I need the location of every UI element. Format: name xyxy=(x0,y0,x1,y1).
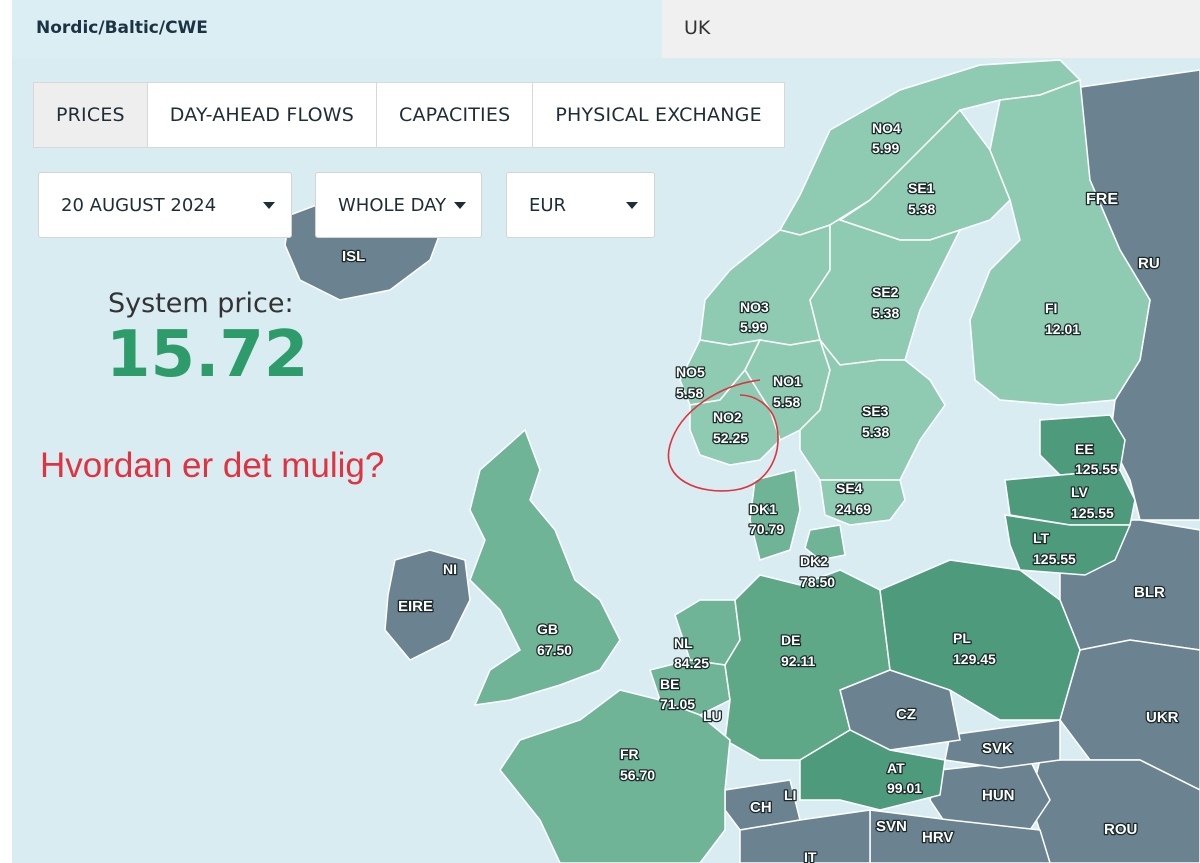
annotation-text: Hvordan er det mulig? xyxy=(40,446,385,485)
system-price-label: System price: xyxy=(108,288,294,319)
period-select-value: WHOLE DAY xyxy=(338,195,447,216)
tab-physical-exchange[interactable]: PHYSICAL EXCHANGE xyxy=(533,83,784,147)
label-ch: CH xyxy=(750,799,772,816)
zone-price: 5.99 xyxy=(872,140,899,156)
zone-code: NL xyxy=(674,635,693,651)
zone-code: AT xyxy=(887,760,905,776)
label-it: IT xyxy=(804,849,817,863)
period-select[interactable]: WHOLE DAY xyxy=(315,172,482,238)
zone-price: 92.11 xyxy=(781,653,815,669)
zone-code: SE4 xyxy=(836,480,863,496)
label-ru: RU xyxy=(1138,255,1160,272)
tab-prices[interactable]: PRICES xyxy=(34,83,148,147)
region-tab-label: Nordic/Baltic/CWE xyxy=(36,18,208,38)
label-svn: SVN xyxy=(876,818,907,835)
label-rou: ROU xyxy=(1104,821,1137,838)
zone-price: 67.50 xyxy=(537,642,572,658)
zone-lv[interactable] xyxy=(1004,469,1136,526)
label-ni: NI xyxy=(443,561,457,577)
zone-price: 5.38 xyxy=(872,305,899,321)
zone-code: FI xyxy=(1045,300,1057,316)
zone-code: PL xyxy=(953,630,971,646)
zone-price: 99.01 xyxy=(887,780,922,796)
zone-price: 84.25 xyxy=(674,655,709,671)
view-tabs: PRICES DAY-AHEAD FLOWS CAPACITIES PHYSIC… xyxy=(33,82,785,148)
label-hun: HUN xyxy=(982,787,1015,804)
zone-code: NO3 xyxy=(740,299,769,315)
zone-code: DK2 xyxy=(800,553,828,569)
tab-capacities[interactable]: CAPACITIES xyxy=(377,83,534,147)
zone-price: 125.55 xyxy=(1075,461,1118,477)
zone-price: 5.38 xyxy=(862,424,889,440)
zone-code: SE3 xyxy=(862,403,889,419)
date-select-value: 20 AUGUST 2024 xyxy=(61,195,217,216)
currency-select-value: EUR xyxy=(529,195,567,216)
date-select[interactable]: 20 AUGUST 2024 xyxy=(38,172,292,238)
region-tab[interactable]: Nordic/Baltic/CWE xyxy=(12,0,662,58)
zone-code: DE xyxy=(781,632,800,648)
label-hrv: HRV xyxy=(922,829,953,846)
label-svk: SVK xyxy=(982,740,1013,757)
zone-price: 5.99 xyxy=(740,319,767,335)
label-cz: CZ xyxy=(896,706,916,723)
zone-price: 125.55 xyxy=(1071,505,1114,521)
zone-code: FR xyxy=(620,746,639,762)
zone-code: LT xyxy=(1033,530,1050,546)
zone-code: NO2 xyxy=(713,409,742,425)
zone-price: 5.38 xyxy=(908,201,935,217)
zone-price: 78.50 xyxy=(800,574,835,590)
label-lu: LU xyxy=(703,708,722,724)
zone-code: SE2 xyxy=(872,284,899,300)
label-ukr: UKR xyxy=(1146,709,1179,726)
zone-code: NO1 xyxy=(773,373,802,389)
chevron-down-icon xyxy=(626,202,638,209)
zone-code: BE xyxy=(660,676,679,692)
zone-price: 56.70 xyxy=(620,767,655,783)
currency-select[interactable]: EUR xyxy=(506,172,655,238)
zone-code: GB xyxy=(537,621,558,637)
zone-code: DK1 xyxy=(749,501,777,517)
zone-code: SE1 xyxy=(908,180,935,196)
zone-code: EE xyxy=(1075,441,1094,457)
zone-price: 5.58 xyxy=(773,394,800,410)
zone-price: 71.05 xyxy=(660,696,695,712)
label-isl: ISL xyxy=(342,248,365,265)
zone-price: 70.79 xyxy=(749,521,784,537)
zone-code: NO4 xyxy=(872,120,901,136)
zone-price: 129.45 xyxy=(953,651,996,667)
zone-price: 5.58 xyxy=(676,385,703,401)
zone-code: NO5 xyxy=(676,364,705,380)
label-eire: EIRE xyxy=(398,598,433,615)
tab-day-ahead-flows[interactable]: DAY-AHEAD FLOWS xyxy=(147,83,378,147)
chevron-down-icon xyxy=(454,202,466,209)
zone-code: LV xyxy=(1071,484,1089,500)
left-edge xyxy=(0,0,12,863)
zone-price: 24.69 xyxy=(836,501,871,517)
zone-gb[interactable] xyxy=(469,428,621,706)
system-price-value: 15.72 xyxy=(106,318,309,392)
zone-price: 12.01 xyxy=(1045,321,1080,337)
label-fre: FRE xyxy=(1086,191,1118,208)
uk-tab[interactable]: UK xyxy=(662,0,1200,58)
label-blr: BLR xyxy=(1134,584,1165,601)
zone-price: 52.25 xyxy=(713,430,748,446)
chevron-down-icon xyxy=(263,202,275,209)
label-li: LI xyxy=(784,787,796,803)
zone-fr[interactable] xyxy=(499,689,731,863)
uk-tab-label: UK xyxy=(684,17,711,39)
zone-price: 125.55 xyxy=(1033,551,1076,567)
